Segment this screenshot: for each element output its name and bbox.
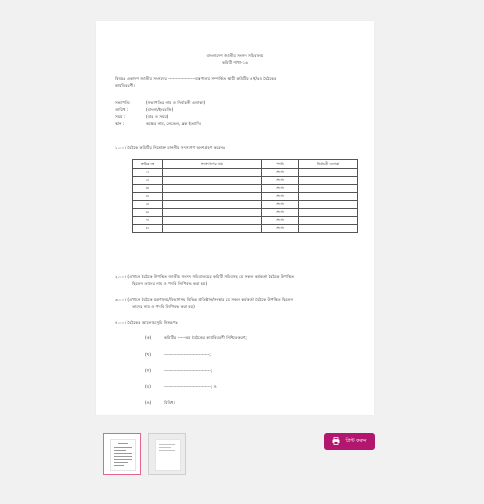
time-value: (বার ও সময়) [146,114,169,119]
doc-subject-cont: কার্যবিবরণী। [115,83,135,88]
cell-constituency [298,208,358,217]
col-name-header: সদস্যগণের নাম [162,159,262,169]
cell-title: সদস্য [260,224,300,233]
table-row: ২। সদস্য [131,176,358,185]
printer-icon [332,436,340,447]
venue-label: স্থান : [115,121,125,126]
cell-constituency [298,216,358,225]
doc-subject: বিষয়ঃ একাদশ জাতীয় সংসদের -------------… [115,76,277,81]
para-3-line-2: তাদের নাম ও পদবি লিপিবদ্ধ করা হয়) [132,304,195,309]
table-row: ৫। সদস্য [131,200,358,209]
col-title-header: পদবি [260,159,300,169]
cell-constituency [298,224,358,233]
cell-member-name [162,224,262,233]
cell-serial: ৭। [131,216,164,225]
cell-serial: ৪। [131,192,164,201]
table-row: ৪। সদস্য [131,192,358,201]
members-table: ক্রমিক নং সদস্যগণের নাম পদবি নির্বাচনী এ… [131,159,358,233]
cell-member-name [162,200,262,209]
cell-member-name [162,208,262,217]
para-2-line-2: ছিলেন তাদের নাম ও পদবি লিপিবদ্ধ করা হয়) [132,281,208,286]
cell-title: সদস্য [260,200,300,209]
cell-constituency [298,200,358,209]
cell-constituency [298,192,358,201]
para-4: ৪.০০। বৈঠকের আলোচ্যসূচি নিম্নরূপঃ [115,320,178,325]
para-2-line-1: ২.০০। (এখানে বৈঠকে উপস্থিত জাতীয় সংসদ স… [115,274,295,279]
cell-member-name [162,184,262,193]
cell-member-name [162,192,262,201]
document-page: বাংলাদেশ জাতীয় সংসদ সচিবালয় কমিটি শাখা… [96,21,374,415]
cell-serial: ৫। [131,200,164,209]
cell-constituency [298,184,358,193]
thumbnail-preview [110,439,136,471]
doc-heading-2: কমিটি শাখা-১৬ [222,60,248,65]
agenda-item-text: -------------------------------; ও [164,384,217,389]
print-button[interactable]: প্রিন্ট করুন [324,433,375,450]
cell-serial: ২। [131,176,164,185]
agenda-item-label: (ঘ) [145,384,151,389]
chair-label: সভাপতি: [115,100,131,105]
cell-member-name [162,216,262,225]
col-constituency-header: নির্বাচনী এলাকা [298,159,358,169]
cell-constituency [298,176,358,185]
para-1: ১.০০। বৈঠকে কমিটির নিম্নোক্ত মাননীয় সদস… [115,145,226,150]
cell-title: সদস্য [260,184,300,193]
col-serial-header: ক্রমিক নং [131,159,164,169]
cell-member-name [162,176,262,185]
agenda-item-text: -------------------------------; [164,368,213,373]
thumbnail-preview [155,439,181,471]
cell-title: সদস্য [260,168,300,177]
chair-value: (সভাপতির নাম ও নির্বাচনী এলাকা) [146,100,206,105]
cell-member-name [162,168,262,177]
page-thumbnail-2[interactable] [148,433,186,475]
cell-constituency [298,168,358,177]
table-row: ৭। সদস্য [131,216,358,225]
cell-serial: ১। [131,168,164,177]
date-label: তারিখ : [115,107,129,112]
table-row: ১। সদস্য [131,168,358,177]
agenda-item-text: ------------------------------; [164,352,211,357]
agenda-item-text: বিবিধ। [164,400,175,405]
cell-title: সদস্য [260,176,300,185]
cell-title: সদস্য [260,208,300,217]
table-row: ৮। সদস্য [131,224,358,233]
doc-heading-1: বাংলাদেশ জাতীয় সংসদ সচিবালয় [206,53,264,58]
agenda-item-label: (ক) [145,335,152,340]
cell-title: সদস্য [260,216,300,225]
agenda-item-label: (গ) [145,368,152,373]
time-label: সময় : [115,114,126,119]
print-button-label: প্রিন্ট করুন [345,437,367,444]
table-row: ৬। সদস্য [131,208,358,217]
venue-value: কক্ষের নাম, লেভেল, ব্লক ইত্যাদি। [146,121,202,126]
date-value: (বাংলা/ইংরেজি) [146,107,174,112]
cell-title: সদস্য [260,192,300,201]
cell-serial: ৮। [131,224,164,233]
table-row: ৩। সদস্য [131,184,358,193]
agenda-item-label: (ঙ) [145,400,152,405]
page-thumbnail-1[interactable] [103,433,141,475]
table-header-row: ক্রমিক নং সদস্যগণের নাম পদবি নির্বাচনী এ… [131,159,358,169]
para-3-line-1: ৩.০০। (এখানে বৈঠকে মন্ত্রণালয়/বিভাগসহ ব… [115,297,294,302]
agenda-item-text: কমিটির -----তম বৈঠকের কার্যবিবরণী নিশ্চি… [164,335,247,340]
cell-serial: ৬। [131,208,164,217]
agenda-item-label: (খ) [145,352,152,357]
cell-serial: ৩। [131,184,164,193]
